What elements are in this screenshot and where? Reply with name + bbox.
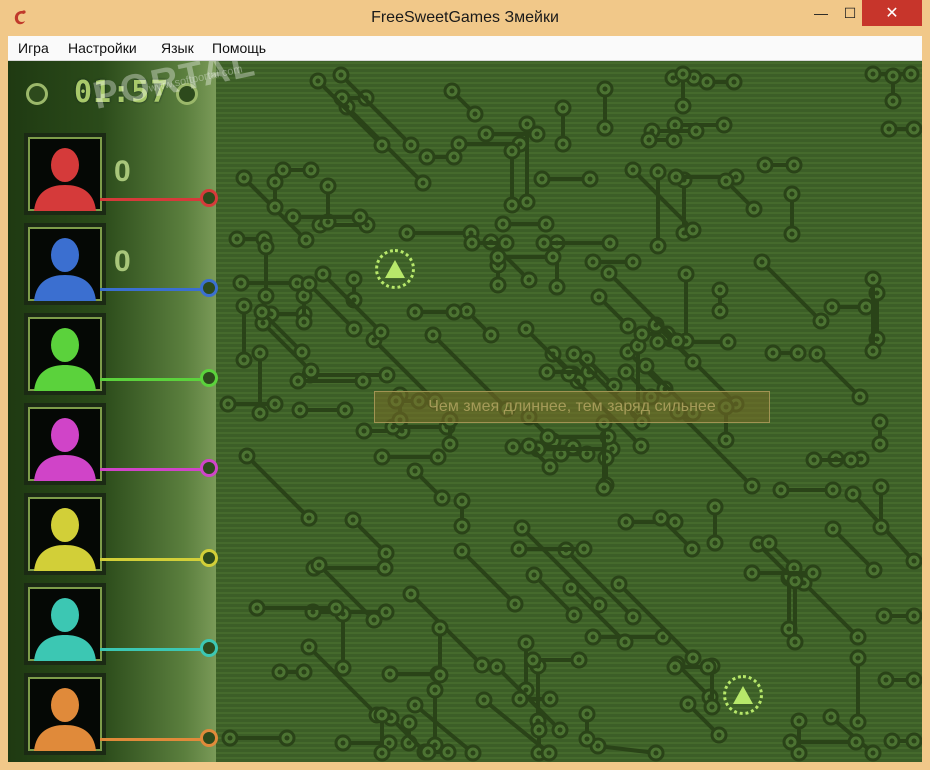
player-socket-icon <box>200 729 218 747</box>
player-wire <box>100 648 206 651</box>
player-avatar-magenta <box>24 403 106 485</box>
player-wire <box>100 558 206 561</box>
player-wire <box>100 198 206 201</box>
player-avatar-green <box>24 313 106 395</box>
player-avatar-blue <box>24 223 106 305</box>
player-wire <box>100 288 206 291</box>
player-wire <box>100 468 206 471</box>
player-score: 0 <box>114 245 131 278</box>
player-avatar-yellow <box>24 493 106 575</box>
menu-language[interactable]: Язык <box>161 40 194 56</box>
menu-help[interactable]: Помощь <box>212 40 266 56</box>
player-slot-green[interactable] <box>18 313 218 395</box>
player-socket-icon <box>200 189 218 207</box>
player-avatar-orange <box>24 673 106 755</box>
hint-message: Чем змея длиннее, тем заряд сильнее <box>374 391 770 423</box>
game-window: FreeSweetGames Змейки — ☐ ✕ Игра Настрой… <box>0 0 930 770</box>
menu-settings[interactable]: Настройки <box>68 40 137 56</box>
close-button[interactable]: ✕ <box>862 0 922 26</box>
player-slot-red[interactable]: 0 <box>18 133 218 215</box>
player-wire <box>100 738 206 741</box>
player-socket-icon <box>200 459 218 477</box>
player-slot-yellow[interactable] <box>18 493 218 575</box>
game-area: 01:57 0 0 PORTAL www.softportal.com Чем … <box>8 61 922 762</box>
player-socket-icon <box>200 279 218 297</box>
player-socket-icon <box>200 639 218 657</box>
maximize-button[interactable]: ☐ <box>835 0 865 26</box>
player-wire <box>100 378 206 381</box>
minimize-button[interactable]: — <box>806 0 836 26</box>
player-socket-icon <box>200 369 218 387</box>
player-sidebar: 01:57 0 0 <box>8 61 218 762</box>
bonus-marker-icon[interactable] <box>375 249 415 289</box>
player-slot-blue[interactable]: 0 <box>18 223 218 305</box>
player-score: 0 <box>114 155 131 188</box>
player-socket-icon <box>200 549 218 567</box>
menu-game[interactable]: Игра <box>18 40 49 56</box>
player-slot-cyan[interactable] <box>18 583 218 665</box>
title-bar: FreeSweetGames Змейки — ☐ ✕ <box>0 0 930 36</box>
player-slot-magenta[interactable] <box>18 403 218 485</box>
player-slot-orange[interactable] <box>18 673 218 755</box>
clock-icon <box>26 83 48 105</box>
player-avatar-red <box>24 133 106 215</box>
bonus-marker-icon[interactable] <box>723 675 763 715</box>
player-avatar-cyan <box>24 583 106 665</box>
window-title: FreeSweetGames Змейки <box>371 9 559 26</box>
menu-bar: Игра Настройки Язык Помощь <box>8 36 922 61</box>
